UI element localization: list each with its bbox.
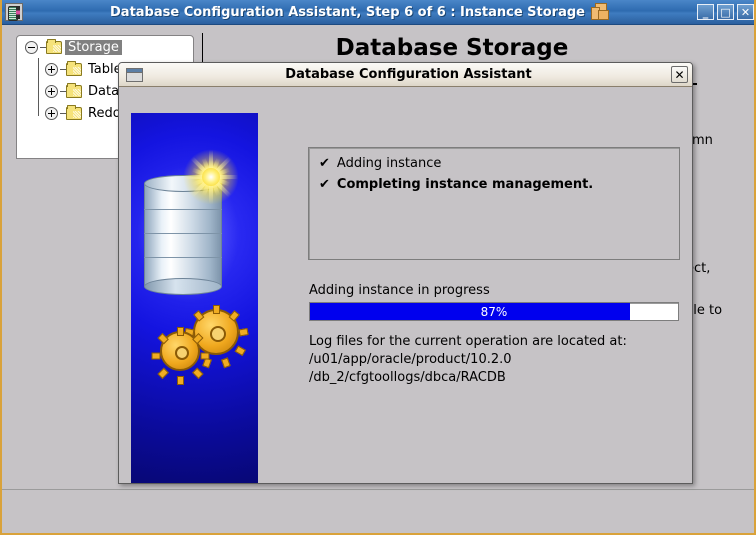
log-location-text: Log files for the current operation are … [309, 333, 627, 387]
window-title-group: Database Configuration Assistant, Step 6… [23, 3, 697, 21]
window-controls: _ □ ✕ [697, 4, 754, 20]
check-icon: ✔ [319, 156, 330, 171]
window-icon [126, 67, 143, 82]
page-title: Database Storage [335, 35, 569, 61]
application-window: Database Configuration Assistant, Step 6… [0, 0, 756, 535]
status-list: ✔ Adding instance ✔ Completing instance … [308, 147, 680, 260]
oracle-app-icon [5, 3, 23, 21]
progress-label: Adding instance in progress [309, 283, 490, 298]
check-icon: ✔ [319, 177, 330, 192]
dialog-body: ✔ Adding instance ✔ Completing instance … [119, 87, 692, 483]
dialog-close-icon[interactable]: ✕ [671, 66, 688, 83]
sparkle-star-icon [183, 149, 239, 205]
status-list-item: ✔ Completing instance management. [319, 177, 669, 192]
minimize-button[interactable]: _ [697, 4, 714, 20]
expand-toggle-icon[interactable] [45, 62, 58, 76]
log-line: /db_2/cfgtoollogs/dbca/RACDB [309, 370, 506, 385]
dialog-titlebar[interactable]: Database Configuration Assistant ✕ [119, 63, 692, 87]
description-fragment: mn [692, 133, 713, 148]
expand-toggle-icon[interactable] [45, 106, 58, 120]
window-titlebar[interactable]: Database Configuration Assistant, Step 6… [2, 0, 754, 25]
maximize-button[interactable]: □ [717, 4, 734, 20]
gear-icon [151, 327, 209, 385]
status-item-label: Adding instance [336, 156, 442, 171]
dialog-title: Database Configuration Assistant [285, 67, 532, 82]
log-line: /u01/app/oracle/product/10.2.0 [309, 352, 512, 367]
folder-icon [46, 38, 62, 54]
database-with-gears-splash [131, 113, 258, 483]
status-list-item: ✔ Adding instance [319, 156, 669, 171]
progress-percent-label: 87% [480, 304, 508, 319]
tree-item-storage[interactable]: Storage [17, 36, 193, 58]
tree-item-label: Storage [65, 39, 122, 55]
folder-icon [66, 104, 82, 120]
progress-bar: 87% [309, 302, 679, 321]
expand-toggle-icon[interactable] [45, 84, 58, 98]
collapse-toggle-icon[interactable] [25, 40, 38, 54]
stacked-windows-icon [591, 3, 610, 21]
progress-dialog: Database Configuration Assistant ✕ ✔ Add… [118, 62, 693, 484]
window-title: Database Configuration Assistant, Step 6… [110, 4, 585, 20]
folder-icon [66, 82, 82, 98]
status-item-label: Completing instance management. [336, 177, 594, 192]
close-button[interactable]: ✕ [737, 4, 754, 20]
log-line: Log files for the current operation are … [309, 334, 627, 349]
folder-icon [66, 60, 82, 76]
wizard-footer: Cancel Help ❮ Back Next ❯ Finish [2, 489, 754, 531]
